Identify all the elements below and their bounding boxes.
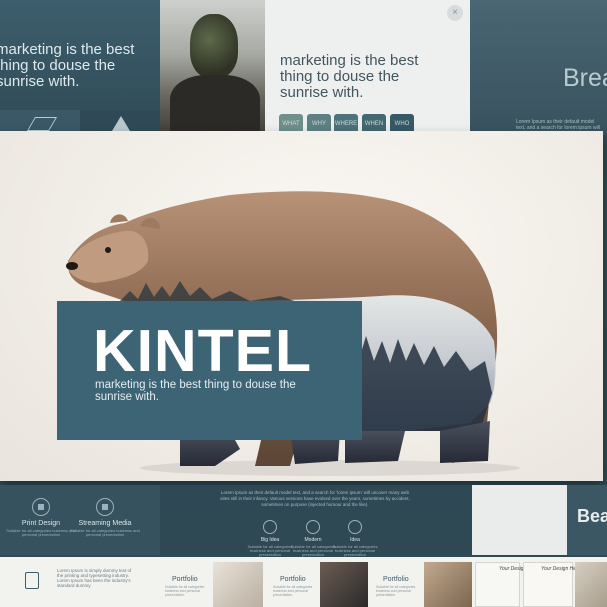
modern-icon [306, 520, 320, 534]
portfolio-title-1: Portfolio [172, 576, 198, 583]
portfolio-desc-1: Suitable for all categories business and… [165, 585, 205, 597]
streaming-media-icon [96, 498, 114, 516]
feature-label: Streaming Media [78, 520, 132, 527]
portfolio-thumb-1[interactable] [213, 562, 263, 607]
idea-icon [348, 520, 362, 534]
portrait-image [160, 0, 265, 135]
portfolio-desc-3: Suitable for all categories business and… [376, 585, 416, 597]
feature-desc: Suitable for all categories business and… [6, 528, 76, 537]
portfolio-thumb-3[interactable] [424, 562, 472, 607]
feature-streaming-media: Streaming Media Suitable for all categor… [70, 498, 140, 537]
top-left-heading: marketing is the best thing to douse the… [0, 41, 135, 90]
kintel-subtitle: marketing is the best thing to douse the… [95, 379, 296, 403]
feature-print-design: Print Design Suitable for all categories… [6, 498, 76, 537]
feature-desc: Suitable for all categories business and… [70, 528, 140, 537]
title-box: KINTEL marketing is the best thing to do… [57, 301, 362, 440]
close-icon[interactable]: × [447, 5, 463, 21]
warning-icon [112, 116, 130, 131]
portfolio-title-2: Portfolio [280, 576, 306, 583]
portrait-body [170, 75, 260, 135]
portrait-head [190, 14, 238, 78]
feature-idea: Idea Suitable for all categories busines… [330, 520, 380, 557]
portfolio-desc-2: Suitable for all categories business and… [273, 585, 313, 597]
kintel-title: KINTEL [93, 318, 313, 384]
bottom-right-letters: Bea [577, 506, 607, 526]
main-slide[interactable]: KINTEL marketing is the best thing to do… [0, 131, 603, 481]
big-idea-icon [263, 520, 277, 534]
top-right-title: Brea [563, 64, 607, 92]
print-design-icon [32, 498, 50, 516]
document-icon [25, 572, 39, 589]
top-right-body: Lorem Ipsum as their default model text,… [516, 119, 600, 131]
top-middle-heading: marketing is the best thing to douse the… [280, 52, 419, 101]
portfolio-title-3: Portfolio [383, 576, 409, 583]
feature-desc: Suitable for all categories business and… [332, 544, 378, 557]
portfolio-thumb-2[interactable] [320, 562, 368, 607]
bottom-middle-body: Lorem Ipsum as their default model text,… [220, 490, 410, 507]
feature-label: Print Design [21, 520, 61, 527]
feature-label: Idea [350, 537, 360, 543]
mockup-thumb-3[interactable] [575, 562, 607, 607]
strip-doc-text: Lorem Ipsum is simply dummy text of the … [57, 568, 132, 588]
